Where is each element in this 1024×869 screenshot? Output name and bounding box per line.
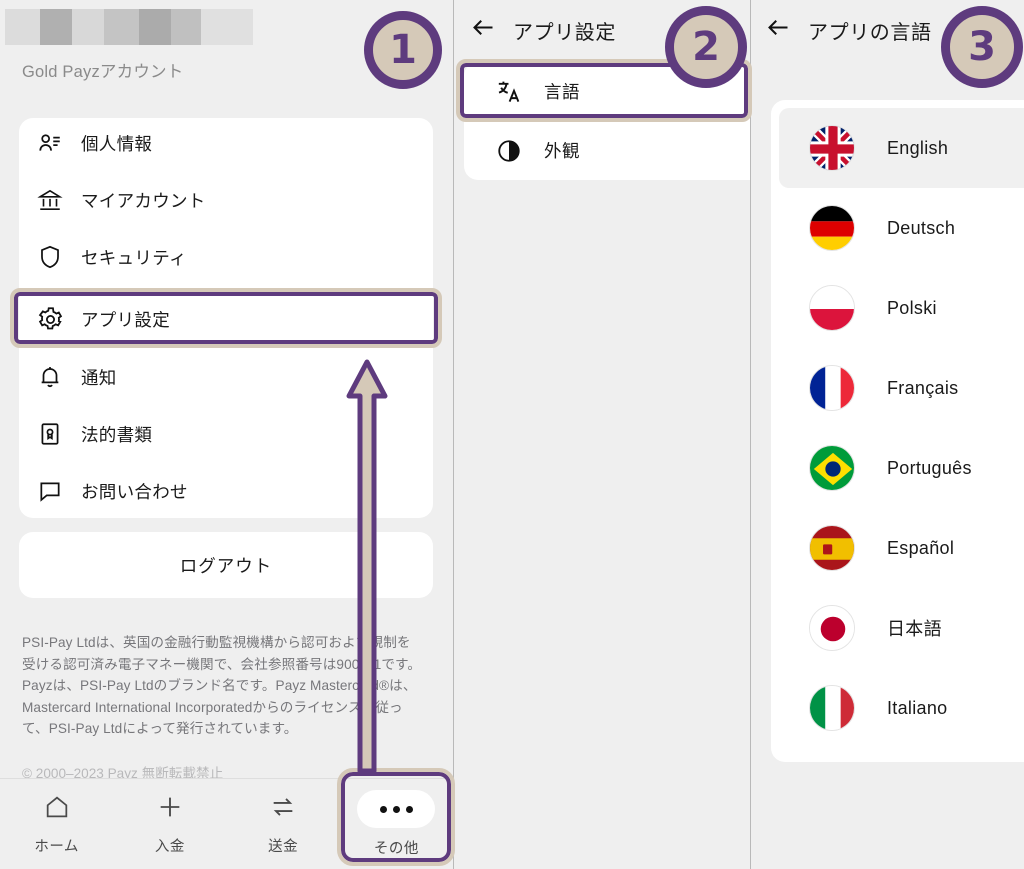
menu-item-label: お問い合わせ <box>81 481 188 502</box>
nav-item-label: 送金 <box>268 838 299 855</box>
flag-spain-icon <box>809 525 855 571</box>
nav-item-label: その他 <box>373 841 419 857</box>
language-label: Polski <box>887 297 937 318</box>
bank-icon <box>37 187 81 213</box>
language-option-portugues[interactable]: Português <box>779 428 1024 508</box>
language-option-deutsch[interactable]: Deutsch <box>779 188 1024 268</box>
back-arrow-icon[interactable] <box>765 14 792 46</box>
settings-item-appearance[interactable]: 外観 <box>464 121 750 180</box>
language-label: Deutsch <box>887 217 956 238</box>
more-dots-icon <box>357 790 436 828</box>
panel-app-language: アプリの言語 English Deutsch Polski Français P… <box>751 0 1024 869</box>
transfer-icon <box>269 793 297 826</box>
menu-item-label: 法的書類 <box>81 424 153 445</box>
gear-icon <box>37 306 81 333</box>
language-label: English <box>887 137 949 158</box>
menu-item-my-account[interactable]: マイアカウント <box>19 175 433 225</box>
flag-poland-icon <box>809 285 855 331</box>
screenshot-root: Gold Payzアカウント 個人情報 マイアカウント セキュリティ アプリ設定… <box>0 0 1024 869</box>
language-label: Español <box>887 537 955 558</box>
menu-item-personal-info[interactable]: 個人情報 <box>19 118 433 168</box>
step-badge-1: 1 <box>364 11 442 89</box>
chat-bubble-icon <box>37 478 81 504</box>
menu-item-app-settings[interactable]: アプリ設定 <box>19 294 433 344</box>
bell-icon <box>37 364 81 390</box>
language-option-polski[interactable]: Polski <box>779 268 1024 348</box>
nav-item-label: 入金 <box>154 838 185 855</box>
flag-japan-icon <box>809 605 855 651</box>
nav-item-label: ホーム <box>34 838 79 855</box>
flag-italy-icon <box>809 685 855 731</box>
step-badge-3: 3 <box>941 6 1023 88</box>
plus-icon <box>156 793 184 826</box>
menu-item-security[interactable]: セキュリティ <box>19 232 433 282</box>
translate-icon <box>496 78 544 105</box>
nav-item-deposit[interactable]: 入金 <box>113 779 226 869</box>
language-option-francais[interactable]: Français <box>779 348 1024 428</box>
settings-item-label: 言語 <box>544 82 580 102</box>
flag-uk-icon <box>809 125 855 171</box>
flag-france-icon <box>809 365 855 411</box>
language-option-italiano[interactable]: Italiano <box>779 668 1024 748</box>
panel-app-settings: アプリ設定 言語 外観 <box>454 0 750 869</box>
nav-item-home[interactable]: ホーム <box>0 779 113 869</box>
redacted-account-name <box>5 9 253 45</box>
language-label: Português <box>887 457 972 478</box>
language-label: Français <box>887 377 959 398</box>
panel-divider-1 <box>453 0 454 869</box>
app-settings-header: アプリ設定 <box>470 14 616 46</box>
person-card-icon <box>37 130 81 156</box>
language-label: Italiano <box>887 697 948 718</box>
language-option-japanese[interactable]: 日本語 <box>779 588 1024 668</box>
page-title: アプリ設定 <box>513 21 616 44</box>
language-label: 日本語 <box>887 619 942 639</box>
flag-germany-icon <box>809 205 855 251</box>
back-arrow-icon[interactable] <box>470 14 497 46</box>
step-badge-2: 2 <box>665 6 747 88</box>
annotation-arrow-up <box>346 359 388 774</box>
menu-item-label: セキュリティ <box>81 247 187 268</box>
panel-divider-2 <box>750 0 751 869</box>
account-type-label: Gold Payzアカウント <box>22 63 184 81</box>
home-icon <box>43 793 71 826</box>
bottom-navigation-bar: ホーム 入金 送金 その他 <box>0 778 453 869</box>
flag-brazil-icon <box>809 445 855 491</box>
contrast-icon <box>496 138 544 164</box>
language-option-english[interactable]: English <box>779 108 1024 188</box>
shield-icon <box>37 244 81 270</box>
app-language-header: アプリの言語 <box>765 14 932 46</box>
settings-item-label: 外観 <box>544 141 580 161</box>
language-option-espanol[interactable]: Español <box>779 508 1024 588</box>
page-title: アプリの言語 <box>808 21 932 44</box>
logout-label: ログアウト <box>179 555 273 576</box>
nav-item-transfer[interactable]: 送金 <box>227 779 340 869</box>
menu-item-label: 通知 <box>81 367 117 388</box>
menu-item-label: アプリ設定 <box>81 309 170 330</box>
certificate-icon <box>37 421 81 447</box>
language-list-card: English Deutsch Polski Français Portuguê… <box>771 100 1024 762</box>
nav-item-more[interactable]: その他 <box>340 779 453 869</box>
menu-item-label: マイアカウント <box>81 190 206 211</box>
menu-item-label: 個人情報 <box>81 133 153 154</box>
